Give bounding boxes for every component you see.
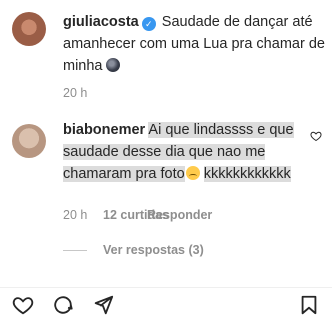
pensive-face-emoji-icon bbox=[185, 166, 200, 180]
new-moon-emoji-icon bbox=[105, 58, 120, 72]
comment-text-end: kkkkkkkkkkkk bbox=[203, 166, 291, 182]
share-paper-plane-icon[interactable] bbox=[92, 294, 114, 316]
comment-body: biabonemer Ai que lindassss e que saudad… bbox=[63, 119, 301, 185]
post-username[interactable]: giuliacosta bbox=[63, 14, 139, 30]
comment-author-avatar[interactable] bbox=[12, 124, 46, 158]
comment-bubble-icon[interactable] bbox=[52, 294, 74, 316]
reply-link[interactable]: Responder bbox=[147, 208, 212, 222]
post-author-avatar[interactable] bbox=[12, 12, 46, 46]
comment-timestamp[interactable]: 20 h bbox=[63, 208, 87, 222]
replies-divider-line bbox=[63, 249, 87, 251]
view-replies-button[interactable]: Ver respostas (3) bbox=[63, 242, 204, 258]
comment-username[interactable]: biabonemer bbox=[63, 122, 145, 138]
like-heart-icon[interactable] bbox=[12, 294, 34, 316]
verified-badge-icon: ✓ bbox=[141, 17, 156, 31]
heart-outline-icon[interactable] bbox=[310, 130, 322, 142]
post-caption: giuliacosta ✓ Saudade de dançar até amanh… bbox=[63, 11, 325, 77]
view-replies-label: Ver respostas (3) bbox=[103, 243, 204, 257]
action-bar-divider bbox=[0, 287, 332, 288]
post-timestamp[interactable]: 20 h bbox=[63, 86, 87, 100]
save-bookmark-icon[interactable] bbox=[298, 294, 320, 316]
